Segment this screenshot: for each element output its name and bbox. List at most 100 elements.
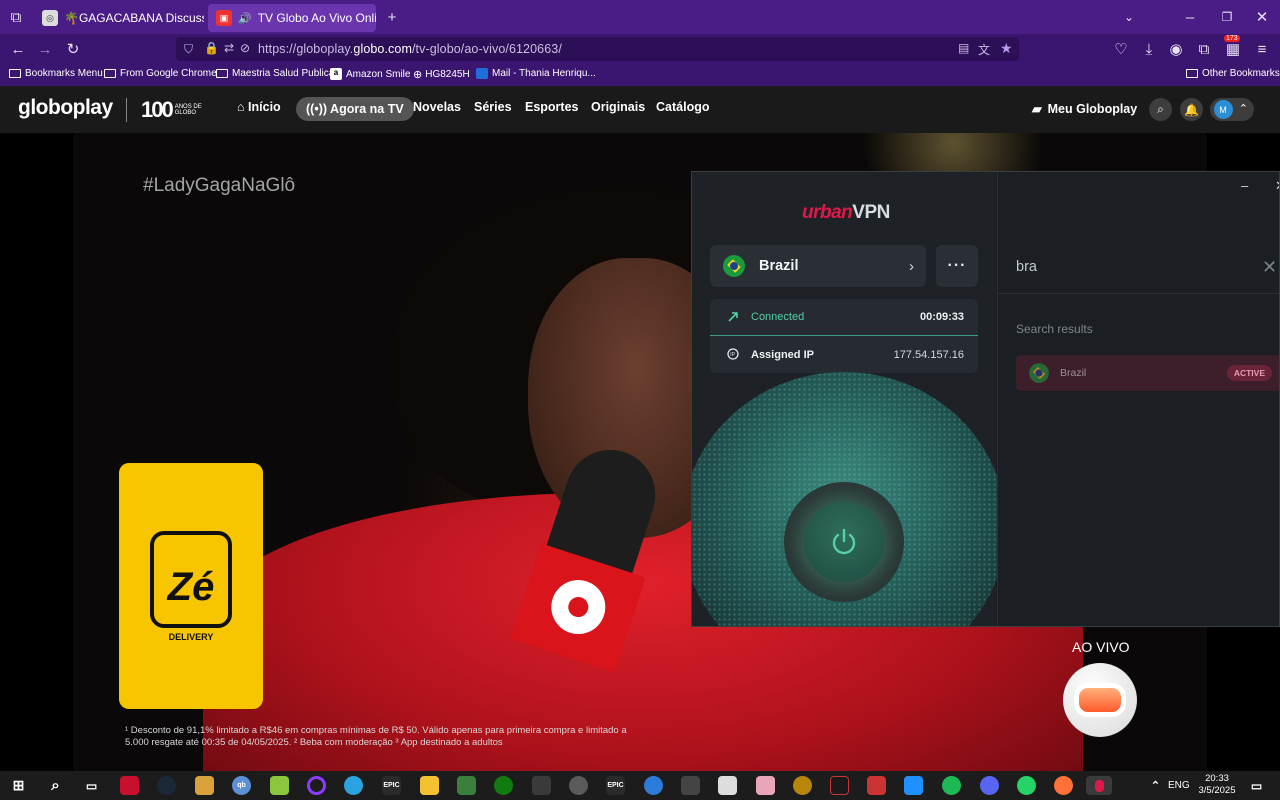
tab-label: TV Globo Ao Vivo Online G <box>257 11 376 25</box>
vpn-minimize-button[interactable]: – <box>1241 178 1248 193</box>
permissions-icon[interactable]: ⇄ <box>224 41 234 55</box>
nav-series[interactable]: Séries <box>474 100 512 114</box>
windows-taskbar: ⊞ ⌕ ▭ qb EPIC EPIC ⌃ ENG 20:33 3/5/2025 … <box>0 771 1280 800</box>
bookmark-item[interactable]: Maestria Salud Publica <box>216 68 334 79</box>
vpn-close-button[interactable]: ✕ <box>1275 178 1279 194</box>
whatsapp-icon[interactable] <box>1017 776 1036 795</box>
bookmark-item[interactable]: a Amazon Smile <box>330 68 410 80</box>
lock-icon[interactable]: 🔒 <box>204 41 219 55</box>
windows-start-icon[interactable]: ⊞ <box>9 776 28 795</box>
address-bar[interactable]: ⛉ 🔒 ⇄ ⊘ https://globoplay.globo.com/tv-g… <box>176 37 1019 61</box>
app-icon-red[interactable] <box>120 776 139 795</box>
reader-view-icon[interactable]: ▤ <box>958 41 969 55</box>
country-selector-button[interactable]: Brazil › <box>710 245 926 287</box>
vpn-search-panel: – ✕ bra ✕ Search results Brazil ACTIVE <box>997 172 1279 626</box>
translate-icon[interactable]: 文 <box>978 41 990 58</box>
globo-logo-icon <box>1063 663 1137 737</box>
firefox-icon[interactable] <box>1054 776 1073 795</box>
app-icon-pink[interactable] <box>756 776 775 795</box>
bookmark-item[interactable]: From Google Chrome <box>104 68 217 79</box>
speaker-icon[interactable]: 🔊 <box>238 12 252 25</box>
settings-gear-icon[interactable] <box>569 776 588 795</box>
app-icon-grid[interactable] <box>904 776 923 795</box>
other-bookmarks[interactable]: Other Bookmarks <box>1186 68 1280 79</box>
tab-tv-globo[interactable]: ▣ 🔊 TV Globo Ao Vivo Online G ✕ <box>208 4 376 32</box>
clear-search-icon[interactable]: ✕ <box>1262 257 1277 278</box>
country-search-input[interactable]: bra <box>1016 259 1037 275</box>
app-icon-map[interactable] <box>457 776 476 795</box>
tab-gagacabana[interactable]: ◎ 🌴GAGACABANA Discussion Th <box>34 4 204 32</box>
shield-icon[interactable]: ⛉ <box>184 42 193 57</box>
nav-originais[interactable]: Originais <box>591 100 645 114</box>
nav-catalogo[interactable]: Catálogo <box>656 100 709 114</box>
notifications-bell-icon[interactable]: 🔔 <box>1180 98 1203 121</box>
assigned-ip-label: Assigned IP <box>751 348 814 361</box>
bookmark-item[interactable]: ⊕ HG8245H <box>413 68 470 81</box>
profile-menu[interactable]: M ⌃ <box>1210 98 1254 121</box>
menu-icon[interactable]: ≡ <box>1252 39 1272 59</box>
app-icon-coin[interactable] <box>793 776 812 795</box>
notifications-icon[interactable]: ▭ <box>1247 776 1266 795</box>
close-window-button[interactable]: ✕ <box>1252 7 1272 27</box>
minimize-window-button[interactable]: – <box>1180 7 1200 27</box>
downloads-icon[interactable]: ⤓ <box>1139 39 1159 59</box>
spotify-icon[interactable] <box>942 776 961 795</box>
app-icon-dark[interactable] <box>532 776 551 795</box>
app-icon-gold[interactable] <box>195 776 214 795</box>
app-icon-blue[interactable] <box>644 776 663 795</box>
telegram-icon[interactable] <box>344 776 363 795</box>
meu-globoplay-link[interactable]: ▰ Meu Globoplay <box>1032 101 1137 117</box>
search-icon[interactable]: ⌕ <box>1149 98 1172 121</box>
app-icon-game[interactable] <box>681 776 700 795</box>
nav-esportes[interactable]: Esportes <box>525 100 579 114</box>
bookmark-item[interactable]: Mail - Thania Henriqu... <box>476 68 596 79</box>
discord-icon[interactable] <box>980 776 999 795</box>
app-icon-green[interactable] <box>270 776 289 795</box>
bookmark-star-icon[interactable]: ★ <box>1000 40 1013 57</box>
globoplay-logo[interactable]: globoplay <box>18 96 113 120</box>
app-icon-white[interactable] <box>718 776 737 795</box>
qbittorrent-icon[interactable]: qb <box>232 776 251 795</box>
reload-icon[interactable]: ↻ <box>63 39 83 59</box>
ze-delivery-ad: Zé DELIVERY <box>119 463 263 709</box>
nav-agora-na-tv[interactable]: ((•)) Agora na TV <box>296 97 414 121</box>
power-button[interactable] <box>804 502 884 582</box>
clock[interactable]: 20:33 3/5/2025 <box>1196 773 1238 797</box>
xbox-icon[interactable] <box>494 776 513 795</box>
autoplay-blocked-icon[interactable]: ⊘ <box>240 41 250 55</box>
connected-link-icon <box>725 309 741 325</box>
new-tab-button[interactable]: + <box>382 7 402 27</box>
list-tabs-chevron-icon[interactable]: ⌄ <box>1119 7 1139 27</box>
forward-icon[interactable]: → <box>35 39 55 59</box>
nav-novelas[interactable]: Novelas <box>413 100 461 114</box>
app-icon-red-box[interactable] <box>867 776 886 795</box>
home-icon: ⌂ <box>237 100 249 114</box>
search-icon[interactable]: ⌕ <box>46 776 65 795</box>
language-indicator[interactable]: ENG <box>1168 780 1190 791</box>
live-broadcast-icon: ((•)) <box>306 102 331 116</box>
tray-chevron-up-icon[interactable]: ⌃ <box>1146 776 1165 795</box>
task-view-icon[interactable]: ▭ <box>82 776 101 795</box>
tab-label: 🌴GAGACABANA Discussion Th <box>64 11 204 25</box>
back-icon[interactable]: ← <box>8 39 28 59</box>
bookmark-item[interactable]: Bookmarks Menu <box>9 68 103 79</box>
app-icon-red-dark[interactable] <box>830 776 849 795</box>
tab-manager-icon[interactable]: ⧉ <box>6 7 26 27</box>
epic-games-icon[interactable]: EPIC <box>606 776 625 795</box>
steam-icon[interactable] <box>157 776 176 795</box>
epic-games-icon[interactable]: EPIC <box>382 776 401 795</box>
more-options-button[interactable]: ··· <box>936 245 978 287</box>
extension-badge-icon[interactable]: 173 ▦ <box>1223 35 1243 59</box>
pocket-icon[interactable]: ♡ <box>1111 39 1131 59</box>
cortana-icon[interactable] <box>307 776 326 795</box>
vpn-main-panel: urbanVPN Brazil › ··· Connected 00:09:33… <box>692 172 1006 626</box>
extensions-icon[interactable]: ⧉ <box>1194 39 1214 59</box>
file-explorer-icon[interactable] <box>420 776 439 795</box>
restore-window-button[interactable]: ❐ <box>1217 7 1237 27</box>
urban-vpn-taskbar-icon[interactable] <box>1086 776 1112 795</box>
account-icon[interactable]: ◉ <box>1166 39 1186 59</box>
nav-inicio[interactable]: ⌂ Início <box>237 100 281 114</box>
live-label: AO VIVO <box>1072 639 1130 655</box>
avatar: M <box>1213 100 1233 119</box>
search-result-brazil[interactable]: Brazil ACTIVE <box>1016 355 1279 391</box>
